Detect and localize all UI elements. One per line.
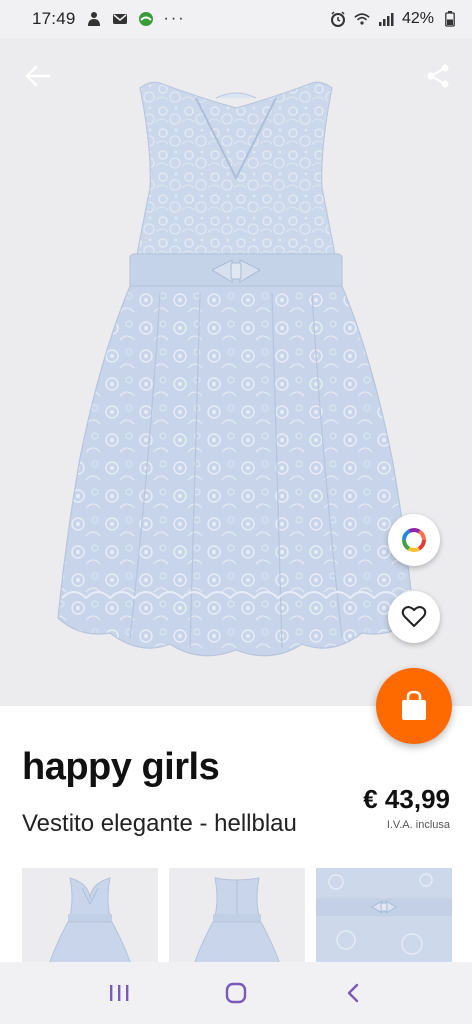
- color-picker-button[interactable]: [388, 514, 440, 566]
- recent-apps-button[interactable]: [89, 968, 149, 1018]
- mail-icon: [112, 11, 128, 27]
- brand-name[interactable]: happy girls: [22, 746, 220, 789]
- person-icon: [86, 11, 102, 27]
- vat-note: I.V.A. inclusa: [386, 819, 450, 831]
- status-bar: 17:49 ··· 42%: [0, 0, 472, 38]
- system-back-button[interactable]: [323, 968, 383, 1018]
- status-time: 17:49: [32, 9, 76, 28]
- thumbnail-back[interactable]: [169, 868, 305, 968]
- color-wheel-icon: [402, 528, 426, 552]
- system-nav-bar: [0, 962, 472, 1024]
- more-dots-icon: ···: [163, 10, 186, 27]
- wishlist-button[interactable]: [388, 591, 440, 643]
- thumbnail-front[interactable]: [22, 868, 158, 968]
- wifi-icon: [354, 11, 370, 27]
- signal-icon: [378, 11, 394, 27]
- status-right: 42%: [330, 10, 458, 28]
- product-price: € 43,99: [363, 784, 450, 814]
- home-icon: [225, 982, 247, 1004]
- battery-icon: [442, 11, 458, 27]
- recent-apps-icon: [109, 985, 129, 1001]
- battery-percent: 42%: [401, 10, 434, 27]
- status-left: 17:49 ···: [32, 9, 186, 29]
- heart-icon: [401, 606, 427, 627]
- back-button[interactable]: [16, 56, 60, 96]
- share-button[interactable]: [418, 56, 458, 96]
- product-name: Vestito elegante - hellblau: [22, 810, 297, 837]
- thumbnail-detail[interactable]: [316, 868, 452, 968]
- shopping-bag-icon: [402, 690, 426, 720]
- add-to-cart-button[interactable]: [376, 668, 452, 744]
- home-button[interactable]: [206, 968, 266, 1018]
- app-icon: [138, 11, 154, 27]
- back-icon: [348, 983, 359, 1003]
- product-image[interactable]: [0, 38, 472, 706]
- share-icon: [427, 64, 449, 88]
- back-arrow-icon: [25, 65, 51, 87]
- thumbnail-strip: [22, 868, 452, 968]
- product-detail-screen: 17:49 ··· 42% happy girls Vestito elegan…: [0, 0, 472, 1024]
- alarm-icon: [330, 11, 346, 27]
